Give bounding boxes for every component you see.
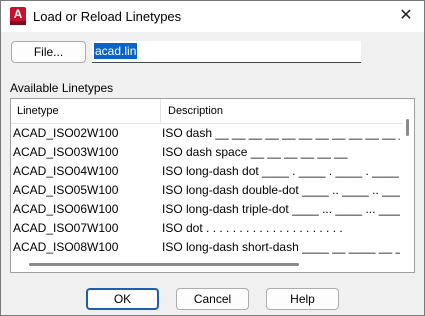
- linetype-description: ISO dash __ __ __ __ __ __ __ __ __ __ _…: [162, 126, 400, 140]
- list-item[interactable]: ACAD_ISO05W100 ISO long-dash double-dot …: [11, 181, 403, 200]
- list-header: Linetype Description: [11, 99, 403, 124]
- filename-input[interactable]: acad.lin: [92, 41, 361, 63]
- ok-button[interactable]: OK: [86, 288, 159, 310]
- available-linetypes-label: Available Linetypes: [10, 81, 114, 95]
- list-item[interactable]: ACAD_ISO06W100 ISO long-dash triple-dot …: [11, 200, 403, 219]
- file-button[interactable]: File...: [11, 41, 86, 63]
- vertical-scrollbar[interactable]: [403, 99, 414, 259]
- list-item[interactable]: ACAD_ISO07W100 ISO dot . . . . . . . . .…: [11, 219, 403, 238]
- linetype-description: ISO long-dash dot ____ . ____ . ____ . _…: [162, 164, 400, 178]
- list-item[interactable]: ACAD_ISO03W100 ISO dash space __ __ __ _…: [11, 143, 403, 162]
- linetype-name: ACAD_ISO02W100: [13, 126, 119, 140]
- filename-value: acad.lin: [94, 43, 138, 59]
- linetype-name: ACAD_ISO07W100: [13, 221, 119, 235]
- linetype-description: ISO long-dash short-dash ____ __ ____ __…: [162, 240, 400, 254]
- linetype-name: ACAD_ISO03W100: [13, 145, 119, 159]
- dialog-window: A Load or Reload Linetypes ✕ File... aca…: [0, 0, 425, 316]
- linetype-name: ACAD_ISO08W100: [13, 240, 119, 254]
- column-divider[interactable]: [160, 99, 161, 123]
- app-icon-letter: A: [13, 7, 23, 21]
- list-item[interactable]: ACAD_ISO02W100 ISO dash __ __ __ __ __ _…: [11, 124, 403, 143]
- column-header-linetype[interactable]: Linetype: [17, 105, 59, 117]
- cancel-button[interactable]: Cancel: [176, 288, 249, 310]
- dialog-title: Load or Reload Linetypes: [33, 9, 182, 24]
- column-header-description[interactable]: Description: [168, 105, 223, 117]
- help-button[interactable]: Help: [266, 288, 339, 310]
- list-item[interactable]: ACAD_ISO04W100 ISO long-dash dot ____ . …: [11, 162, 403, 181]
- title-bar[interactable]: A Load or Reload Linetypes ✕: [1, 1, 424, 32]
- horizontal-scrollbar[interactable]: [11, 259, 403, 271]
- horizontal-scroll-thumb[interactable]: [29, 263, 299, 266]
- linetype-name: ACAD_ISO05W100: [13, 183, 119, 197]
- linetype-description: ISO dash space __ __ __ __ __ __: [162, 145, 348, 159]
- linetypes-list[interactable]: Linetype Description ACAD_ISO02W100 ISO …: [10, 98, 415, 273]
- linetype-description: ISO dot . . . . . . . . . . . . . . . . …: [162, 221, 343, 235]
- app-icon-band: [10, 21, 26, 25]
- linetype-description: ISO long-dash double-dot ____ .. ____ ..…: [162, 183, 400, 197]
- linetype-name: ACAD_ISO04W100: [13, 164, 119, 178]
- vertical-scroll-thumb[interactable]: [406, 119, 409, 136]
- linetype-description: ISO long-dash triple-dot ____ ... ____ .…: [162, 202, 400, 216]
- autocad-app-icon: A: [10, 7, 26, 25]
- linetype-name: ACAD_ISO06W100: [13, 202, 119, 216]
- close-icon[interactable]: ✕: [394, 5, 418, 27]
- list-item[interactable]: ACAD_ISO08W100 ISO long-dash short-dash …: [11, 238, 403, 257]
